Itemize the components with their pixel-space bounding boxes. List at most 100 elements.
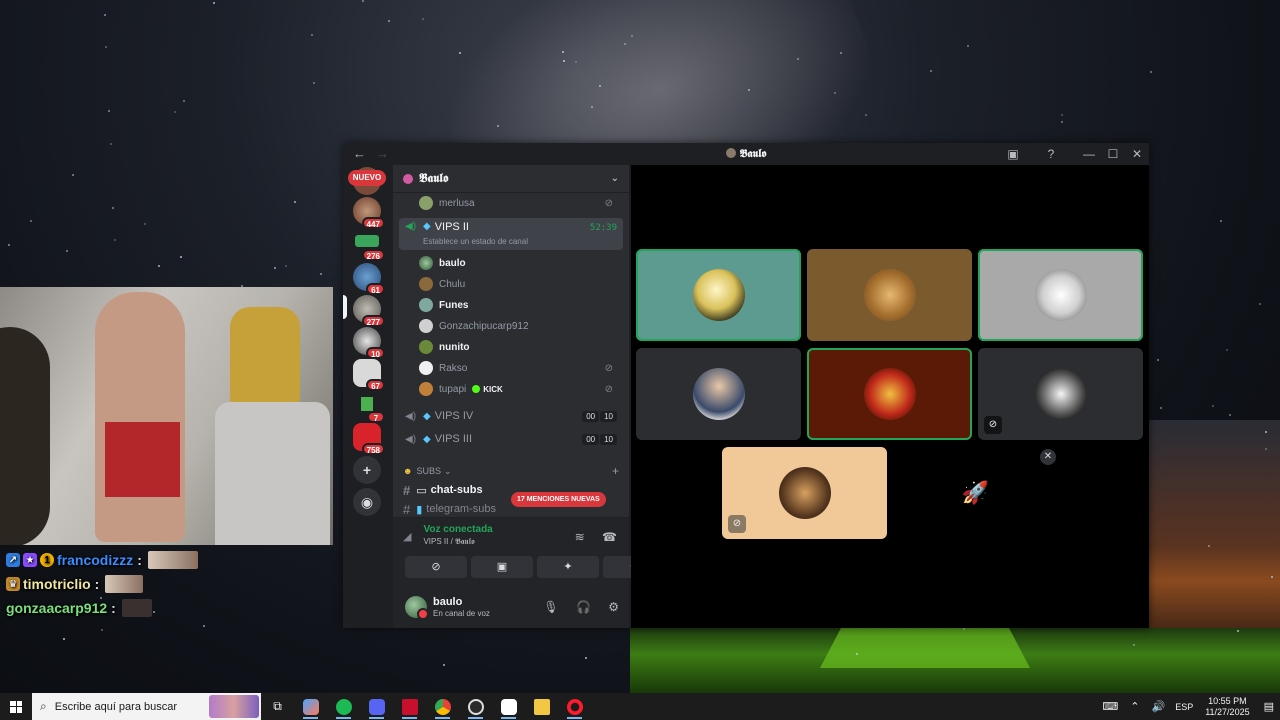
hash-icon: # bbox=[403, 501, 411, 516]
noise-suppression-icon[interactable]: ≋ bbox=[575, 530, 585, 544]
clock[interactable]: 10:55 PM 11/27/2025 bbox=[1205, 696, 1249, 718]
participant-avatar bbox=[863, 368, 916, 420]
minimize-button[interactable]: — bbox=[1077, 147, 1101, 161]
voice-user[interactable]: nunito bbox=[419, 337, 619, 357]
inbox-icon[interactable]: ▣ bbox=[1001, 147, 1025, 161]
discover-compass-icon[interactable]: ◉ bbox=[353, 488, 381, 516]
microphone-icon[interactable]: 🎙 bbox=[543, 600, 558, 614]
chevron-up-icon[interactable]: ⌃ bbox=[1130, 700, 1139, 713]
disconnect-icon[interactable]: ☎ bbox=[602, 530, 617, 544]
participant-tile[interactable] bbox=[978, 249, 1143, 341]
opera-icon[interactable] bbox=[558, 693, 591, 720]
sunset-horizon bbox=[1130, 420, 1280, 650]
server-item[interactable]: 67 bbox=[353, 359, 385, 391]
voice-user[interactable]: Rakso ⊘ bbox=[419, 358, 619, 378]
voice-user[interactable]: Gonzachipucarp912 bbox=[419, 316, 619, 336]
maximize-button[interactable]: ☐ bbox=[1101, 147, 1125, 161]
server-rail: NUEVO 447 276 61 277 10 67 7 758 + ◉ bbox=[343, 165, 391, 628]
task-view-icon[interactable]: ⧉ bbox=[261, 693, 294, 720]
signal-icon[interactable]: ◢ bbox=[403, 530, 411, 543]
chrome-icon[interactable] bbox=[426, 693, 459, 720]
participant-tile[interactable] bbox=[636, 249, 801, 341]
server-item[interactable]: 758 bbox=[353, 423, 385, 455]
avatar bbox=[419, 277, 433, 291]
keyboard-icon[interactable]: ⌨ bbox=[1102, 700, 1118, 713]
star bbox=[1259, 303, 1261, 305]
headphones-icon[interactable]: 🎧 bbox=[576, 600, 591, 614]
kick-label: KICK bbox=[483, 384, 503, 394]
discord-app-icon[interactable] bbox=[360, 693, 393, 720]
participant-tile[interactable]: ⊘ bbox=[722, 447, 887, 539]
voice-user-name: tupapi bbox=[439, 383, 467, 395]
activities-button[interactable]: ✦ bbox=[537, 556, 599, 578]
camera-off-button[interactable]: ⊘ bbox=[405, 556, 467, 578]
server-item[interactable]: 276 bbox=[353, 229, 385, 261]
muted-icon: ⊘ bbox=[604, 197, 613, 209]
voicemeeter-icon[interactable] bbox=[393, 693, 426, 720]
category-subs[interactable]: ☻ SUBS ⌄ + bbox=[403, 463, 619, 479]
invite-tile[interactable]: 🚀 bbox=[893, 447, 1058, 539]
user-info[interactable]: baulo En canal de voz bbox=[433, 596, 490, 618]
voice-user[interactable]: merlusa ⊘ bbox=[419, 193, 619, 213]
voice-user[interactable]: Funes bbox=[419, 295, 619, 315]
close-icon[interactable]: ✕ bbox=[1040, 449, 1056, 465]
avatar[interactable] bbox=[405, 595, 429, 620]
start-button[interactable] bbox=[0, 693, 32, 720]
star bbox=[1208, 545, 1210, 547]
star bbox=[144, 223, 146, 225]
star bbox=[631, 35, 633, 37]
chat-line: gonzaacarp912 : bbox=[6, 596, 336, 620]
voice-channel-path[interactable]: VIPS II / 𝕭𝖆𝖚𝖑𝖔 bbox=[423, 537, 492, 547]
settings-gear-icon[interactable]: ⚙ bbox=[608, 600, 619, 614]
voice-user[interactable]: Chulu bbox=[419, 274, 619, 294]
star bbox=[158, 265, 160, 267]
close-button[interactable]: ✕ bbox=[1125, 147, 1149, 161]
participant-tile[interactable] bbox=[636, 348, 801, 440]
participant-tile[interactable] bbox=[807, 348, 972, 440]
screen-share-button[interactable]: ▣ bbox=[471, 556, 533, 578]
kick-live-badge: KICK bbox=[472, 385, 503, 394]
webcam-overlay bbox=[0, 287, 333, 545]
obs-icon[interactable] bbox=[459, 693, 492, 720]
server-item[interactable]: 61 bbox=[353, 263, 385, 295]
windows-logo-icon bbox=[10, 700, 22, 713]
server-header[interactable]: 𝕭𝖆𝖚𝖑𝖔 ⌄ bbox=[393, 165, 629, 193]
server-item[interactable]: 277 bbox=[353, 295, 385, 327]
voice-channel-vips-ii[interactable]: ◀) ◆ VIPS II 52:39 Establece un estado d… bbox=[399, 218, 623, 250]
spotify-icon[interactable] bbox=[327, 693, 360, 720]
participant-avatar bbox=[778, 467, 831, 519]
mention-count: 447 bbox=[361, 217, 385, 229]
file-explorer-icon[interactable] bbox=[525, 693, 558, 720]
photos-app-icon[interactable] bbox=[294, 693, 327, 720]
new-badge[interactable]: NUEVO bbox=[348, 170, 386, 186]
help-icon[interactable]: ? bbox=[1039, 147, 1063, 161]
channel-name: VIPS II bbox=[434, 221, 469, 233]
add-server-button[interactable]: + bbox=[353, 456, 381, 484]
channel-status[interactable]: Establece un estado de canal bbox=[423, 237, 528, 246]
voice-channel-vips-iv[interactable]: ◀) ◆ VIPS IV 00 10 bbox=[399, 406, 623, 426]
channel-list: merlusa ⊘ ◀) ◆ VIPS II 52:39 Establece u… bbox=[393, 193, 629, 515]
server-item[interactable]: 7 bbox=[353, 391, 385, 423]
input-language[interactable]: ESP bbox=[1175, 702, 1193, 712]
emoji-icon: ☻ bbox=[403, 466, 413, 476]
participant-tile[interactable] bbox=[807, 249, 972, 341]
server-item[interactable]: 10 bbox=[353, 327, 385, 359]
notifications-icon[interactable]: ▤ bbox=[1264, 700, 1274, 713]
chat-emote bbox=[147, 551, 198, 569]
participant-avatar bbox=[692, 269, 745, 321]
voice-user[interactable]: tupapi KICK ⊘ bbox=[419, 379, 619, 399]
add-channel-icon[interactable]: + bbox=[612, 464, 619, 478]
taskbar-search[interactable]: ⌕ Escribe aquí para buscar bbox=[32, 693, 261, 720]
star bbox=[562, 51, 564, 53]
chevron-down-icon: ⌄ bbox=[444, 465, 452, 476]
server-item[interactable]: 447 bbox=[353, 197, 385, 229]
voice-user[interactable]: baulo bbox=[419, 253, 619, 273]
chat-line: ↗ ★ 1 francodizzz : bbox=[6, 548, 336, 572]
voice-connected-label[interactable]: Voz conectada bbox=[423, 524, 492, 535]
volume-icon[interactable]: 🔊 bbox=[1151, 700, 1165, 713]
notion-icon[interactable] bbox=[492, 693, 525, 720]
participant-tile[interactable]: ⊘ bbox=[978, 348, 1143, 440]
voice-channel-vips-iii[interactable]: ◀) ◆ VIPS III 00 10 bbox=[399, 429, 623, 449]
new-mentions-pill[interactable]: 17 MENCIONES NUEVAS bbox=[511, 492, 606, 507]
muted-icon: ⊘ bbox=[728, 515, 746, 533]
